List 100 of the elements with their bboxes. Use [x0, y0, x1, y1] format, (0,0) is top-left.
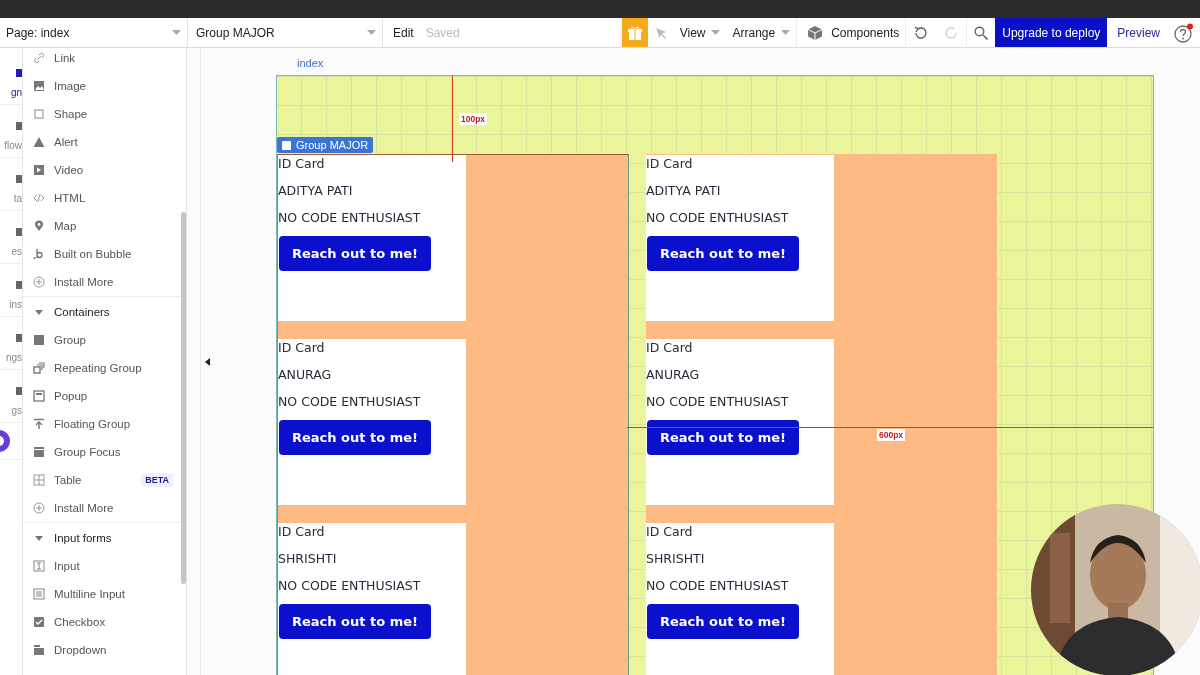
logo-icon — [33, 248, 45, 260]
panel-tab[interactable]: es — [11, 246, 22, 257]
person-name: ADITYA PATI — [278, 182, 354, 200]
panel-tab[interactable]: flow — [4, 140, 22, 151]
map-pin-icon — [33, 220, 45, 232]
person-role: NO CODE ENTHUSIAST — [278, 209, 422, 227]
element-item[interactable]: Video — [23, 156, 181, 184]
redo-icon[interactable] — [944, 25, 959, 40]
warning-icon — [33, 136, 45, 148]
preview-button[interactable]: Preview — [1107, 18, 1170, 47]
contact-button[interactable]: Reach out to me! — [647, 236, 799, 271]
contact-button[interactable]: Reach out to me! — [647, 604, 799, 639]
element-item[interactable]: Popup — [23, 382, 181, 410]
upgrade-button[interactable]: Upgrade to deploy — [995, 18, 1108, 47]
person-role: NO CODE ENTHUSIAST — [646, 209, 790, 227]
link-icon — [33, 52, 45, 64]
caret-icon — [367, 30, 376, 35]
element-item[interactable]: Checkbox — [23, 608, 181, 636]
caret-icon — [711, 30, 721, 35]
distance-label: 100px — [459, 113, 488, 125]
group-label[interactable]: Group MAJOR — [277, 137, 374, 153]
element-item[interactable]: Input — [23, 552, 181, 580]
person-role: NO CODE ENTHUSIAST — [646, 393, 790, 411]
caret-icon — [781, 30, 791, 35]
card-title: ID Card — [278, 339, 326, 357]
element-item[interactable]: Repeating Group — [23, 354, 181, 382]
view-menu[interactable]: View — [673, 18, 727, 47]
square-icon — [33, 108, 45, 120]
panel-icon — [33, 446, 45, 458]
plus-circle-icon — [33, 276, 45, 288]
panel-tab-icon[interactable] — [16, 69, 22, 77]
element-item[interactable]: Group Focus — [23, 438, 181, 466]
input-icon — [33, 560, 45, 572]
code-icon — [33, 192, 45, 204]
lines-icon — [33, 588, 45, 600]
person-name: ANURAG — [278, 366, 333, 384]
element-item[interactable]: Link — [23, 48, 181, 72]
element-item[interactable]: Install More — [23, 268, 181, 296]
grid-icon — [33, 474, 45, 486]
square-icon — [33, 334, 45, 346]
scrollbar-thumb[interactable] — [181, 212, 186, 584]
page-name-label: index — [296, 56, 325, 71]
person-role: NO CODE ENTHUSIAST — [278, 577, 422, 595]
element-item[interactable]: Shape — [23, 100, 181, 128]
panel-tab[interactable]: ins — [9, 299, 22, 310]
panel-tab[interactable]: ngs — [5, 352, 22, 363]
contact-button[interactable]: Reach out to me! — [279, 236, 431, 271]
element-item[interactable]: HTML — [23, 184, 181, 212]
panel-tab-icon[interactable] — [16, 387, 22, 395]
card-title: ID Card — [646, 339, 694, 357]
distance-label: 600px — [877, 429, 906, 441]
edit-menu[interactable]: Edit — [387, 18, 420, 47]
panel-tab[interactable]: ta — [13, 193, 22, 204]
contact-button[interactable]: Reach out to me! — [279, 604, 431, 639]
element-item[interactable]: Install More — [23, 494, 181, 522]
person-role: NO CODE ENTHUSIAST — [278, 393, 422, 411]
avatar-icon[interactable] — [0, 430, 10, 452]
arrange-menu[interactable]: Arrange — [726, 18, 797, 47]
card-title: ID Card — [278, 523, 326, 541]
person-name: ADITYA PATI — [646, 182, 722, 200]
gift-icon — [626, 24, 643, 41]
card-title: ID Card — [646, 523, 694, 541]
element-item[interactable]: Table BETA — [23, 466, 181, 494]
element-item[interactable]: Group — [23, 326, 181, 354]
undo-icon[interactable] — [914, 25, 929, 40]
card-title: ID Card — [646, 155, 694, 173]
image-icon — [33, 80, 45, 92]
collapse-arrow-icon[interactable] — [204, 357, 210, 366]
element-item[interactable]: Map — [23, 212, 181, 240]
panel-tab-icon[interactable] — [16, 334, 22, 342]
person-role: NO CODE ENTHUSIAST — [646, 577, 790, 595]
beta-badge: BETA — [141, 473, 173, 487]
section-header[interactable]: Input forms — [54, 531, 112, 544]
section-header[interactable]: Containers — [54, 305, 110, 318]
pointer-icon[interactable] — [653, 25, 668, 40]
element-item[interactable]: Built on Bubble — [23, 240, 181, 268]
contact-button[interactable]: Reach out to me! — [647, 420, 799, 455]
panel-icon — [33, 644, 45, 656]
person-name: SHRISHTI — [278, 550, 338, 568]
help-icon[interactable] — [1174, 22, 1194, 43]
components-button[interactable]: Components — [796, 18, 907, 47]
panel-tab-icon[interactable] — [16, 122, 22, 130]
gift-button[interactable] — [621, 18, 648, 47]
element-item[interactable]: Image — [23, 72, 181, 100]
panel-tab[interactable]: gn — [10, 87, 22, 98]
panel-tab[interactable]: gs — [11, 405, 22, 416]
element-item[interactable]: Alert — [23, 128, 181, 156]
play-icon — [33, 164, 45, 176]
panel-tab-icon[interactable] — [16, 228, 22, 236]
element-item[interactable]: Dropdown — [23, 636, 181, 664]
contact-button[interactable]: Reach out to me! — [279, 420, 431, 455]
panel-tab-icon[interactable] — [16, 281, 22, 289]
panel-tab-icon[interactable] — [16, 175, 22, 183]
caret-icon — [172, 30, 181, 35]
element-item[interactable]: Floating Group — [23, 410, 181, 438]
cube-icon — [807, 24, 824, 41]
search-icon[interactable] — [974, 25, 989, 40]
card-title: ID Card — [278, 155, 326, 173]
element-item[interactable]: Multiline Input — [23, 580, 181, 608]
window-icon — [33, 390, 45, 402]
